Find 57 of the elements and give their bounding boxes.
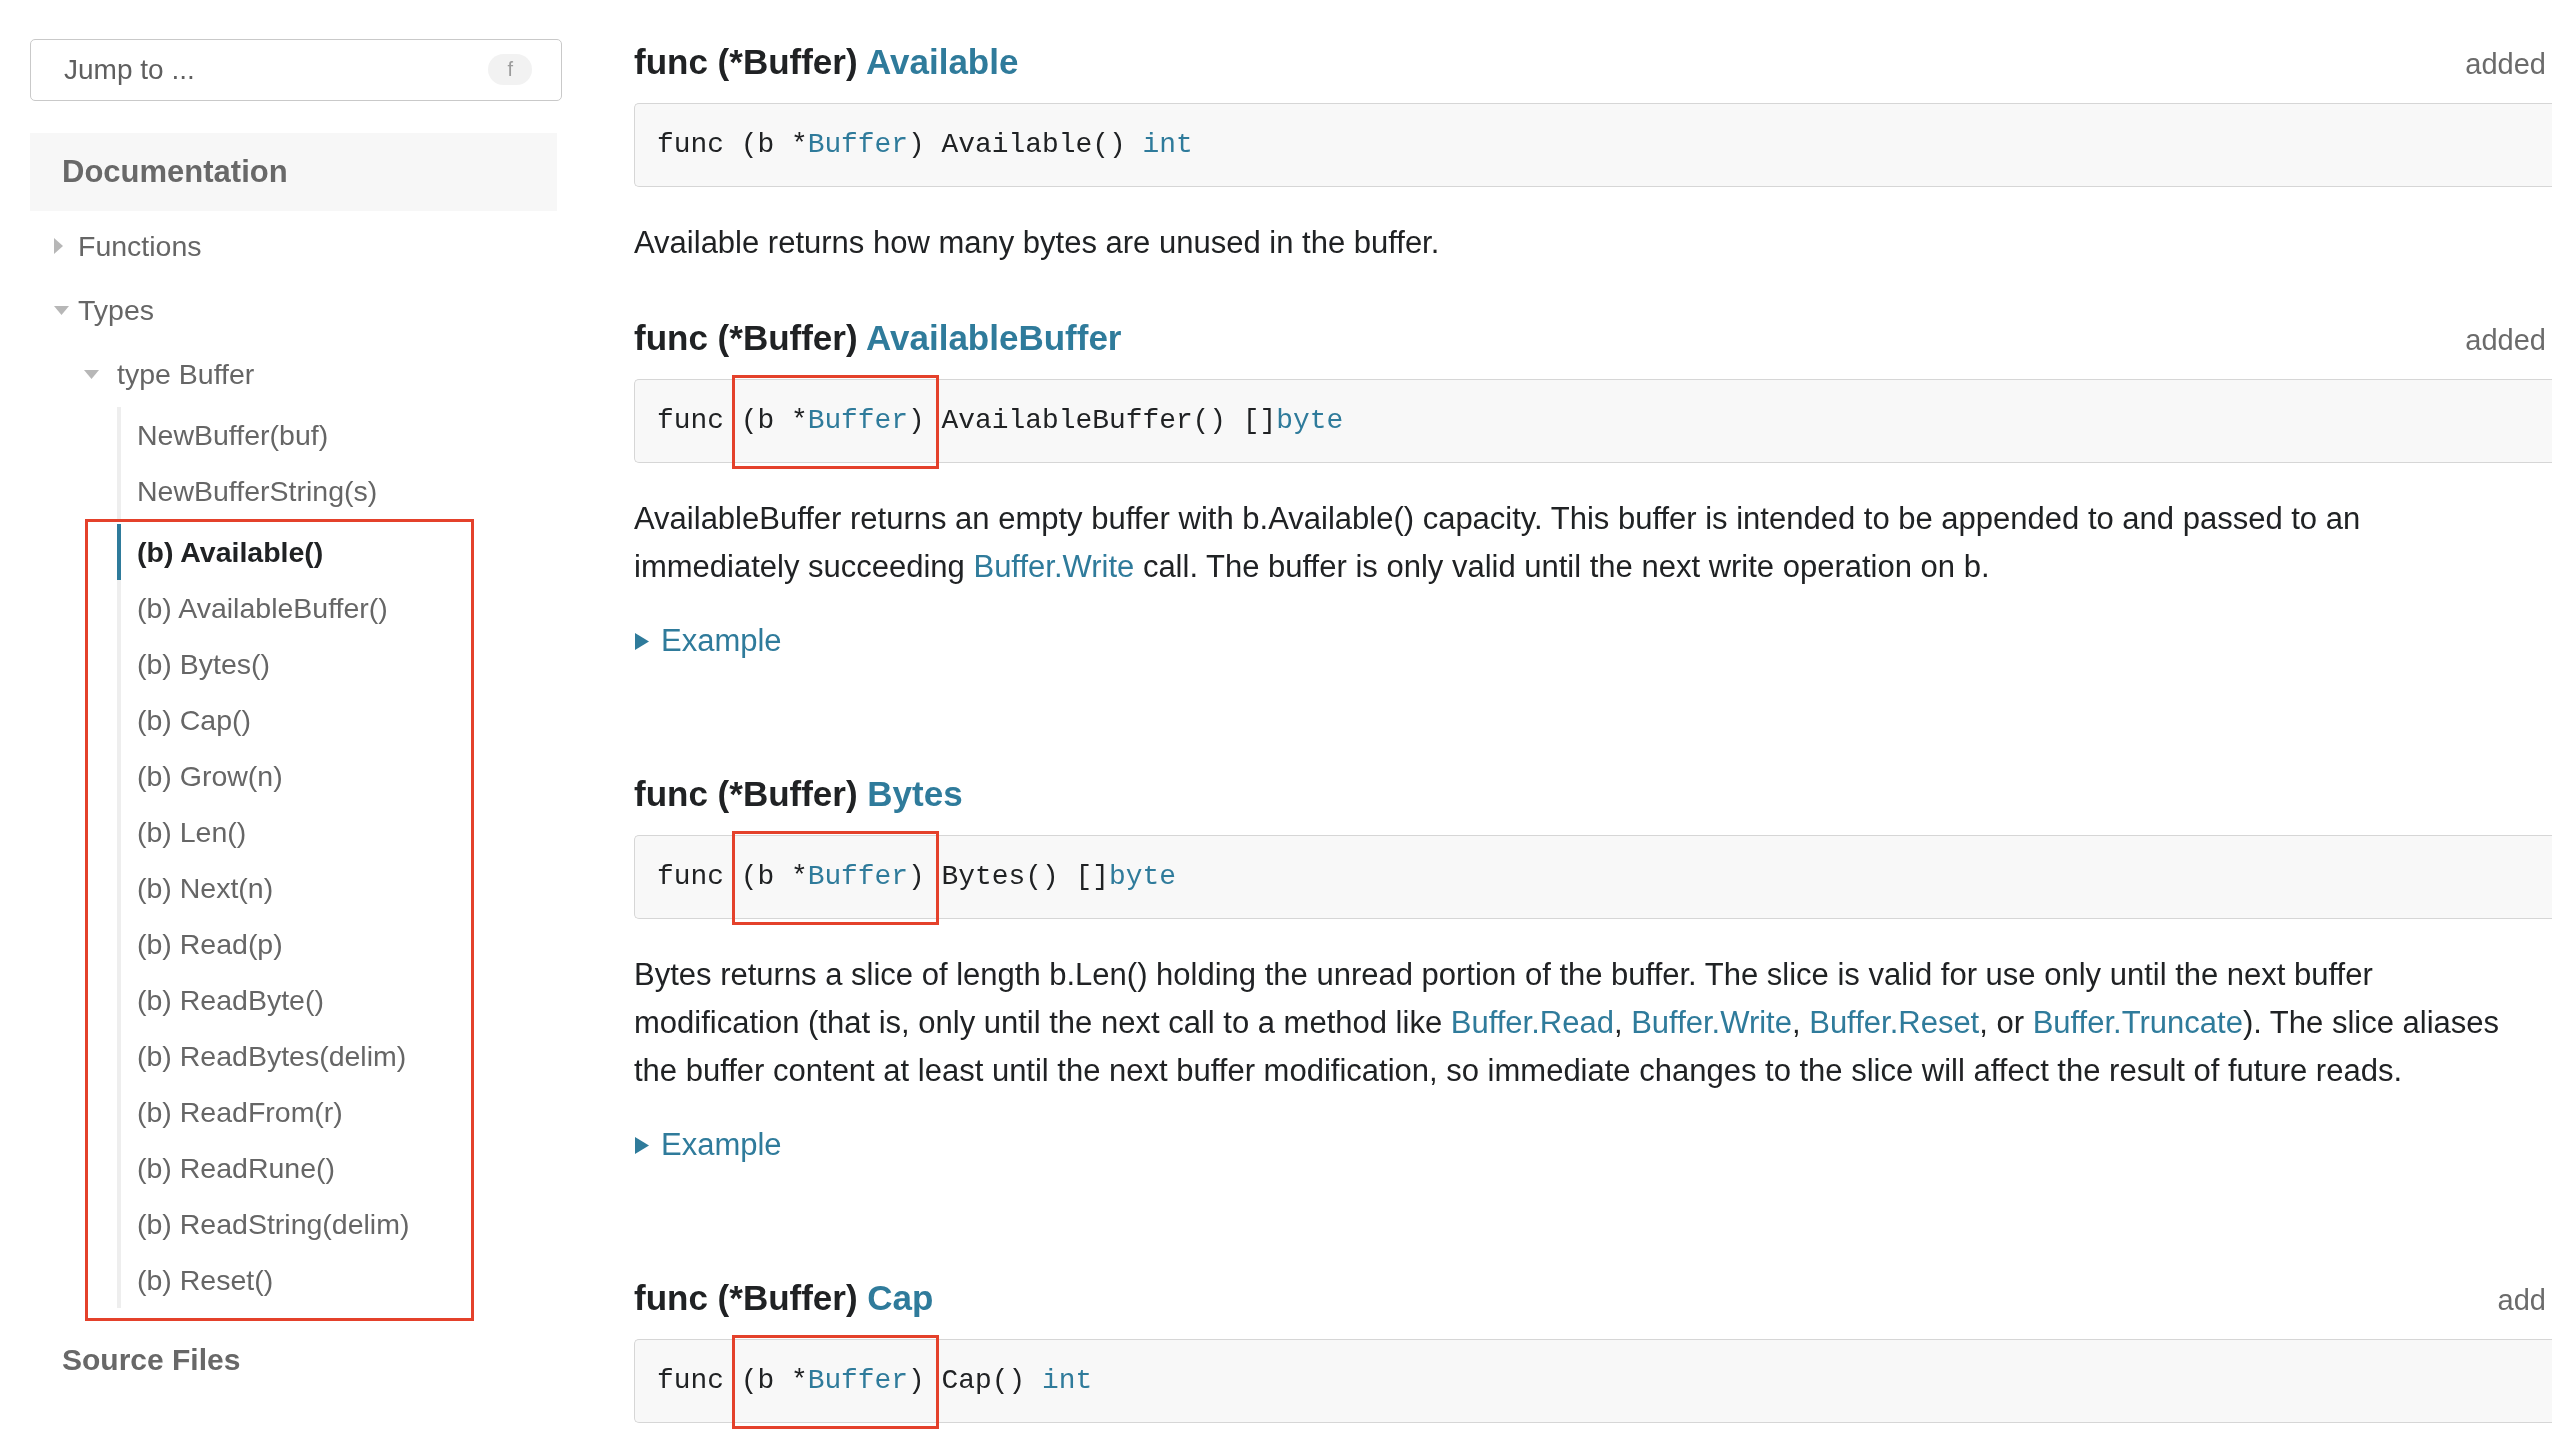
sidebar-link[interactable]: (b) ReadBytes(delim) <box>117 1028 471 1084</box>
code-signature: func (b *Buffer) Available() int <box>657 128 1194 162</box>
method-name-link[interactable]: Available <box>866 42 1019 81</box>
code-signature: func (b *Buffer) Bytes() []byte <box>657 860 1177 894</box>
sidebar-heading-link[interactable]: Documentation <box>30 133 557 211</box>
type-link[interactable]: int <box>1042 1365 1093 1396</box>
doc-link[interactable]: Buffer.Write <box>1631 1005 1792 1040</box>
tree-item[interactable]: type Buffer <box>117 356 255 392</box>
example-toggle[interactable]: Example <box>634 1121 782 1169</box>
caret-right-icon[interactable] <box>54 238 63 254</box>
type-link[interactable]: byte <box>1108 861 1176 892</box>
sidebar-link[interactable]: (b) Read(p) <box>117 916 471 972</box>
method-name-link[interactable]: Cap <box>867 1278 934 1317</box>
sidebar-link[interactable]: (b) Reset() <box>117 1252 471 1308</box>
sidebar-link[interactable]: (b) Cap() <box>117 692 471 748</box>
sidebar-link[interactable]: (b) ReadRune() <box>117 1140 471 1196</box>
sidebar-link[interactable]: (b) ReadString(delim) <box>117 1196 471 1252</box>
type-link[interactable]: Buffer <box>807 405 909 436</box>
sidebar-heading-link[interactable]: Source Files <box>30 1340 241 1380</box>
type-link[interactable]: Buffer <box>807 861 909 892</box>
type-link[interactable]: Buffer <box>807 129 909 160</box>
version-label: added <box>2465 324 2546 357</box>
sidebar-link[interactable]: (b) Next(n) <box>117 860 471 916</box>
method-heading: func (*Buffer) Available <box>634 41 1019 83</box>
code-signature: func (b *Buffer) Cap() int <box>657 1364 1094 1398</box>
method-name-link[interactable]: Bytes <box>867 774 963 813</box>
method-description: Available returns how many bytes are unused in the buffer. <box>634 224 1441 262</box>
version-label: added <box>2465 48 2546 81</box>
sidebar-link[interactable]: (b) Available() <box>117 524 471 580</box>
type-link[interactable]: Buffer <box>807 1365 909 1396</box>
doc-link[interactable]: Buffer.Truncate <box>2032 1005 2243 1040</box>
method-description: AvailableBuffer returns an empty buffer with b.Available() capacity. This buffer is intended to be appended to and passed to an immediately succeeding Buffer.Write call. The buffer is only valid until the next write operation on b. <box>634 500 2362 586</box>
tree-item[interactable]: Types <box>78 292 155 328</box>
example-toggle[interactable]: Example <box>634 617 782 665</box>
sidebar-link[interactable]: (b) Grow(n) <box>117 748 471 804</box>
tree-item[interactable]: Functions <box>78 228 202 264</box>
caret-down-icon[interactable] <box>84 369 99 379</box>
sidebar-link[interactable]: (b) ReadFrom(r) <box>117 1084 471 1140</box>
caret-down-icon[interactable] <box>54 305 69 315</box>
method-description: Bytes returns a slice of length b.Len() holding the unread portion of the buffer. The slice is valid for use only until the next buffer modification (that is, only until the next call to a method like Buffer.Read, Buffer.Write, Buffer.Reset, or Buffer.Truncate). The slice aliases the buffer content at least until the next buffer modification, so immediate changes to the slice will affect the result of future reads. <box>634 956 2501 1090</box>
type-link[interactable]: byte <box>1276 405 1344 436</box>
sidebar-link[interactable]: (b) AvailableBuffer() <box>117 580 471 636</box>
method-heading: func (*Buffer) Bytes <box>634 773 963 815</box>
sidebar-link[interactable]: (b) ReadByte() <box>117 972 471 1028</box>
version-label: add <box>2497 1284 2546 1317</box>
method-name-link[interactable]: AvailableBuffer <box>866 318 1122 357</box>
doc-link[interactable]: Buffer.Write <box>973 549 1135 584</box>
sidebar-link[interactable]: NewBufferString(s) <box>117 463 474 519</box>
type-link[interactable]: int <box>1142 129 1193 160</box>
sidebar-link[interactable]: (b) Bytes() <box>117 636 471 692</box>
method-heading: func (*Buffer) AvailableBuffer <box>634 317 1122 359</box>
sidebar-link[interactable]: (b) Len() <box>117 804 471 860</box>
sidebar-link[interactable]: NewBuffer(buf) <box>117 407 474 463</box>
method-heading: func (*Buffer) Cap <box>634 1277 934 1319</box>
doc-link[interactable]: Buffer.Reset <box>1809 1005 1980 1040</box>
doc-link[interactable]: Buffer.Read <box>1450 1005 1614 1040</box>
code-signature: func (b *Buffer) AvailableBuffer() []byte <box>657 404 1345 438</box>
